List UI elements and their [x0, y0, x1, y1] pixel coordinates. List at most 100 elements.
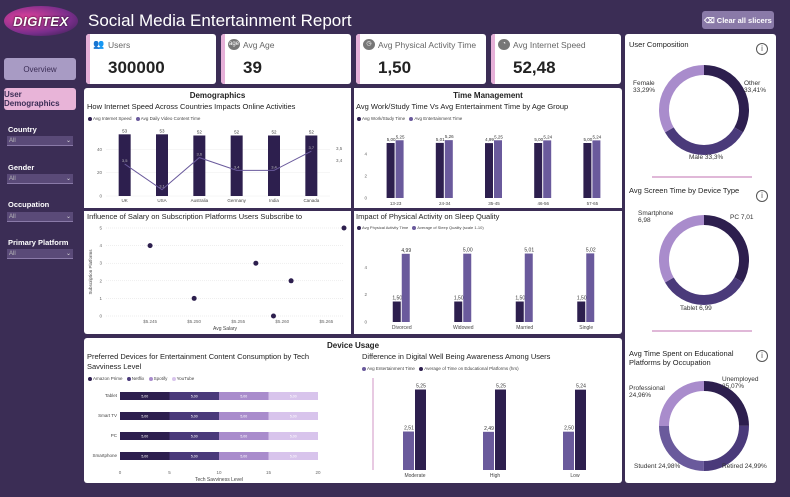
kpi-age-card: age Avg Age 39 — [221, 34, 351, 84]
scatter-point — [253, 260, 259, 266]
filter-gender-label: Gender — [8, 163, 35, 172]
kpi-accent-bar — [356, 34, 360, 84]
eraser-icon: ⌫ — [704, 15, 715, 25]
scatter-point — [191, 295, 197, 301]
chevron-down-icon: ⌄ — [65, 176, 71, 182]
donut-slice — [703, 425, 750, 471]
y-tick-label: 0 — [99, 194, 102, 199]
legend-item: YouTube — [176, 376, 195, 381]
section-demographics-title: Demographics — [189, 91, 246, 100]
kpi-activity-label: Avg Physical Activity Time — [378, 40, 477, 50]
kpi-accent-bar — [86, 34, 90, 84]
scatter-point — [270, 313, 276, 319]
filter-country-label: Country — [8, 125, 37, 134]
y-tick-label: 4 — [364, 265, 367, 270]
data-label: 52 — [271, 129, 277, 134]
age-icon: age — [228, 39, 240, 50]
data-label: 52 — [309, 129, 315, 134]
x-axis-label: Tech Savviness Level — [195, 477, 243, 482]
page-title: Social Media Entertainment Report — [88, 11, 352, 30]
chevron-down-icon: ⌄ — [65, 214, 71, 220]
x-tick-label: 10 — [216, 470, 222, 475]
devices-chart-title: Preferred Devices for Entertainment Cont… — [87, 352, 310, 371]
donut-slice — [659, 425, 705, 471]
section-device-title: Device Usage — [326, 341, 380, 350]
edu-title: Avg Time Spent on Educational Platforms … — [629, 349, 734, 367]
info-icon[interactable]: i — [756, 43, 768, 55]
chevron-down-icon: ⌄ — [65, 251, 71, 257]
composition-label-male: Male 33,3% — [689, 154, 724, 161]
screen-label-tablet: Tablet 6,99 — [680, 305, 712, 312]
worktime-legend: Avg Work/Study Time Avg Entertainment Ti… — [357, 116, 462, 121]
bar — [415, 389, 426, 470]
filter-occupation-select[interactable]: All ⌄ — [7, 212, 73, 222]
kpi-users-card: 👥 Users 300000 — [86, 34, 216, 84]
screen-donut — [659, 215, 749, 305]
donut-slice — [703, 381, 749, 427]
brand-logo: DIGITEX — [4, 6, 78, 36]
kpi-speed-value: 52,48 — [513, 58, 556, 77]
data-label: 5,00 — [141, 415, 148, 419]
donut-slice — [703, 65, 749, 133]
data-label: 5,24 — [543, 134, 552, 139]
x-tick-label: 20 — [315, 470, 321, 475]
x-tick-label: Married — [516, 325, 533, 331]
data-label: 5,00 — [290, 455, 297, 459]
bar — [592, 140, 601, 198]
legend-item: Amazon Prime — [93, 376, 123, 381]
speedometer-icon: ◔ — [498, 39, 510, 50]
screen-label-smartphone: Smartphone 6,98 — [638, 210, 674, 224]
y2-tick-label: 3,4 — [336, 158, 343, 163]
data-label: 2,49 — [484, 426, 494, 432]
filter-gender-select[interactable]: All ⌄ — [7, 174, 73, 184]
clear-slicers-button[interactable]: ⌫ Clear all slicers — [702, 11, 774, 29]
y-tick-label: Smartphone — [92, 453, 117, 458]
x-tick-label: 5 — [168, 470, 171, 475]
x-tick-label: Low — [570, 473, 580, 479]
info-icon[interactable]: i — [756, 190, 768, 202]
filter-occupation-value: All — [9, 214, 16, 220]
filter-platform-value: All — [9, 251, 16, 257]
y2-tick-label: 3,5 — [336, 146, 343, 151]
nav-overview-button[interactable]: Overview — [4, 58, 76, 80]
bar — [515, 301, 524, 322]
filter-platform-select[interactable]: All ⌄ — [7, 249, 73, 259]
nav-user-demographics-button[interactable]: User Demographics — [4, 88, 76, 110]
legend-swatch — [88, 116, 92, 121]
filter-country-select[interactable]: All ⌄ — [7, 136, 73, 146]
line-data-label: 3,4 — [271, 164, 277, 169]
y-tick-label: 2 — [364, 292, 367, 297]
data-label: 5,00 — [240, 435, 247, 439]
bar — [435, 142, 444, 198]
filter-platform-label: Primary Platform — [8, 238, 69, 247]
y-tick-label: 40 — [97, 147, 103, 152]
data-label: 5,01 — [436, 137, 445, 142]
bar — [395, 140, 404, 198]
legend-swatch — [409, 116, 414, 121]
kpi-speed-card: ◔ Avg Internet Speed 52,48 — [491, 34, 621, 84]
bar — [118, 134, 131, 196]
y-axis-label: Subscription Platforms — [88, 249, 93, 295]
data-label: 5,24 — [593, 134, 602, 139]
x-tick-label: Single — [579, 325, 593, 331]
users-icon: 👥 — [93, 39, 105, 49]
scatter-point — [147, 243, 153, 249]
y-tick-label: 4 — [364, 152, 367, 157]
data-label: 5,00 — [141, 395, 148, 399]
divider — [652, 176, 752, 178]
x-tick-label: Canada — [303, 198, 319, 203]
x-tick-label: 0 — [119, 470, 122, 475]
x-tick-label: $5.255 — [231, 319, 245, 324]
bar — [193, 135, 206, 196]
filter-gender-value: All — [9, 176, 16, 182]
info-icon[interactable]: i — [756, 350, 768, 362]
data-label: 5,00 — [290, 415, 297, 419]
donut-slice — [703, 215, 749, 283]
data-label: 5,24 — [576, 384, 586, 390]
legend-swatch — [357, 116, 361, 121]
line-data-label: 3,4 — [234, 164, 240, 169]
composition-label-female: Female 33,29% — [633, 80, 656, 94]
y-tick-label: 0 — [364, 196, 367, 201]
kpi-activity-card: ◷ Avg Physical Activity Time 1,50 — [356, 34, 486, 84]
filter-occupation-label: Occupation — [8, 200, 50, 209]
